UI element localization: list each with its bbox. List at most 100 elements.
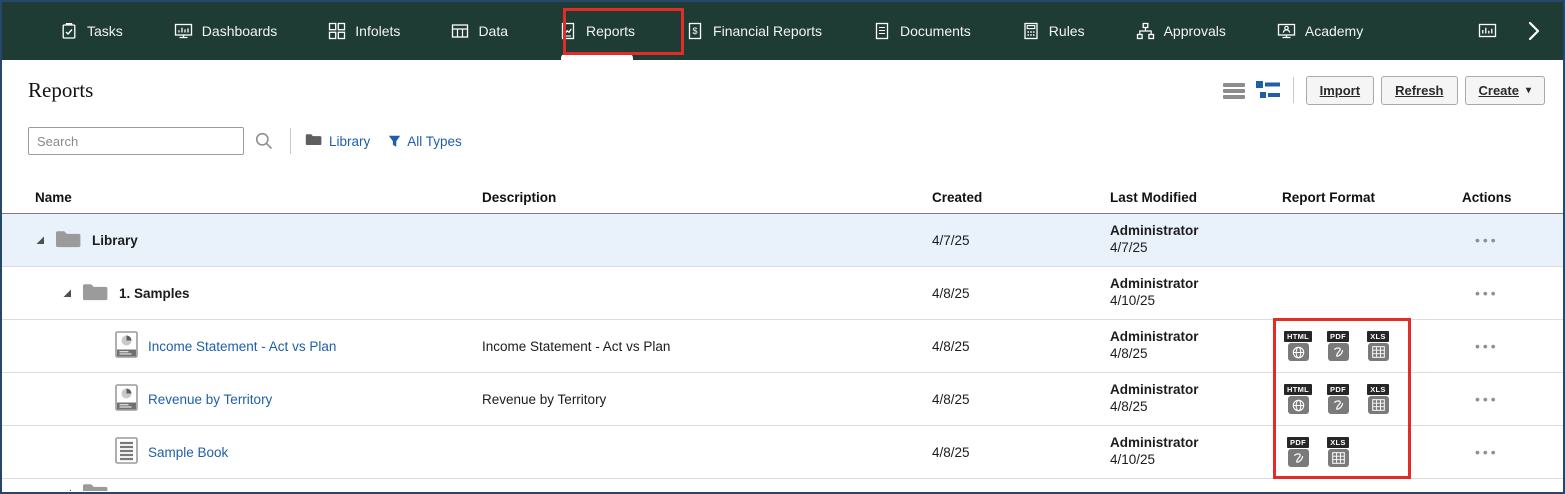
description-cell: Income Statement - Act vs Plan <box>449 339 899 354</box>
expand-triangle-icon[interactable] <box>35 233 45 248</box>
page-header: Reports Import Refresh Create▾ <box>2 60 1563 110</box>
last-modified-cell: Administrator4/7/25 <box>1077 223 1249 257</box>
row-actions-button[interactable]: ••• <box>1429 232 1563 248</box>
create-button[interactable]: Create▾ <box>1465 76 1546 105</box>
report-document-icon <box>559 22 577 40</box>
html-format-icon[interactable]: HTML <box>1282 384 1314 415</box>
report-link[interactable]: Revenue by Territory <box>148 392 272 407</box>
folder-icon <box>82 482 109 491</box>
nav-item-label: Financial Reports <box>713 23 822 39</box>
selected-tab-indicator <box>561 54 633 60</box>
created-cell: 4/7/25 <box>899 233 1077 248</box>
nav-item-approvals[interactable]: Approvals <box>1136 2 1226 60</box>
row-actions-button[interactable]: ••• <box>1429 444 1563 460</box>
type-filter-label[interactable]: All Types <box>407 134 462 149</box>
refresh-button[interactable]: Refresh <box>1381 76 1457 105</box>
page-title: Reports <box>28 78 93 103</box>
view-toggle-group <box>1222 80 1281 100</box>
format-cell: HTML PDF XLS <box>1249 331 1429 362</box>
column-header-name: Name <box>2 182 449 213</box>
column-header-created: Created <box>899 182 1077 213</box>
report-link[interactable]: Income Statement - Act vs Plan <box>148 339 336 354</box>
search-input[interactable] <box>28 127 244 155</box>
filter-funnel-icon[interactable] <box>388 135 401 148</box>
tree-view-icon[interactable] <box>1255 80 1281 100</box>
table-row[interactable]: Library 4/7/25 Administrator4/7/25 ••• <box>2 214 1563 267</box>
last-modified-cell: Administrator4/10/25 <box>1077 435 1249 469</box>
row-actions-button[interactable]: ••• <box>1429 338 1563 354</box>
xls-format-icon[interactable]: XLS <box>1362 331 1394 362</box>
folder-name[interactable]: 1. Samples <box>119 286 190 301</box>
nav-item-label: Rules <box>1049 23 1085 39</box>
pdf-format-icon[interactable]: PDF <box>1282 437 1314 468</box>
created-cell: 4/8/25 <box>899 339 1077 354</box>
nav-item-infolets[interactable]: Infolets <box>328 2 400 60</box>
chevron-right-icon <box>1523 20 1543 42</box>
flat-view-icon[interactable] <box>1222 81 1246 100</box>
folder-icon <box>82 282 109 305</box>
divider <box>1293 77 1294 103</box>
table-row[interactable]: Sample Book 4/8/25 Administrator4/10/25 … <box>2 426 1563 479</box>
calculator-icon <box>1022 22 1040 40</box>
last-modified-cell: Administrator4/8/25 <box>1077 382 1249 416</box>
table-header: Name Description Created Last Modified R… <box>2 182 1563 214</box>
folder-icon <box>55 229 82 252</box>
column-header-description: Description <box>449 182 899 213</box>
nav-item-label: Dashboards <box>202 23 278 39</box>
table-row-partial <box>2 479 1563 491</box>
pdf-glyph-icon <box>1288 449 1309 467</box>
document-icon <box>873 22 891 40</box>
table-row[interactable]: Income Statement - Act vs Plan Income St… <box>2 320 1563 373</box>
row-actions-button[interactable]: ••• <box>1429 285 1563 301</box>
nav-item-data[interactable]: Data <box>451 2 508 60</box>
column-header-last-modified: Last Modified <box>1077 182 1249 213</box>
location-breadcrumb: Library <box>305 133 370 149</box>
pdf-format-icon[interactable]: PDF <box>1322 384 1354 415</box>
dropdown-caret-icon: ▾ <box>1526 85 1531 96</box>
format-cell: PDF XLS <box>1249 437 1429 468</box>
globe-icon <box>1288 396 1309 414</box>
book-icon <box>115 437 138 467</box>
table-row[interactable]: 1. Samples 4/8/25 Administrator4/10/25 •… <box>2 267 1563 320</box>
search-icon[interactable] <box>254 131 274 151</box>
last-modified-cell: Administrator4/8/25 <box>1077 329 1249 363</box>
clipboard-check-icon <box>60 22 78 40</box>
row-actions-button[interactable]: ••• <box>1429 391 1563 407</box>
financial-document-icon: $ <box>686 22 704 40</box>
pdf-format-icon[interactable]: PDF <box>1322 331 1354 362</box>
nav-item-financial-reports[interactable]: $ Financial Reports <box>686 2 822 60</box>
nav-item-tasks[interactable]: Tasks <box>60 2 123 60</box>
table-row[interactable]: Revenue by Territory Revenue by Territor… <box>2 373 1563 426</box>
report-chart-icon <box>115 384 138 414</box>
app-window: Tasks Dashboards Infolets Data Reports $… <box>0 0 1565 494</box>
column-header-report-format: Report Format <box>1249 182 1429 213</box>
import-button[interactable]: Import <box>1306 76 1374 105</box>
nav-item-academy[interactable]: Academy <box>1277 2 1363 60</box>
hierarchy-icon <box>1136 22 1155 40</box>
nav-expand-button[interactable] <box>1523 2 1543 60</box>
nav-item-dashboards[interactable]: Dashboards <box>174 2 278 60</box>
expand-triangle-icon[interactable] <box>62 286 72 301</box>
nav-item-rules[interactable]: Rules <box>1022 2 1085 60</box>
format-cell: HTML PDF XLS <box>1249 384 1429 415</box>
xls-format-icon[interactable]: XLS <box>1322 437 1354 468</box>
location-label[interactable]: Library <box>329 134 370 149</box>
created-cell: 4/8/25 <box>899 445 1077 460</box>
nav-item-label: Reports <box>586 23 635 39</box>
report-link[interactable]: Sample Book <box>148 445 228 460</box>
nav-item-label: Documents <box>900 23 971 39</box>
folder-name[interactable]: Library <box>92 233 138 248</box>
nav-overflow-report-button[interactable] <box>1478 2 1497 60</box>
header-controls: Import Refresh Create▾ <box>1222 76 1545 105</box>
html-format-icon[interactable]: HTML <box>1282 331 1314 362</box>
nav-item-documents[interactable]: Documents <box>873 2 971 60</box>
nav-item-reports[interactable]: Reports <box>559 2 635 60</box>
nav-item-label: Academy <box>1305 23 1363 39</box>
created-cell: 4/8/25 <box>899 286 1077 301</box>
folder-icon <box>305 133 322 149</box>
report-chart-icon <box>115 331 138 361</box>
xls-format-icon[interactable]: XLS <box>1362 384 1394 415</box>
top-navigation: Tasks Dashboards Infolets Data Reports $… <box>2 2 1563 60</box>
last-modified-cell: Administrator4/10/25 <box>1077 276 1249 310</box>
nav-item-label: Approvals <box>1164 23 1226 39</box>
